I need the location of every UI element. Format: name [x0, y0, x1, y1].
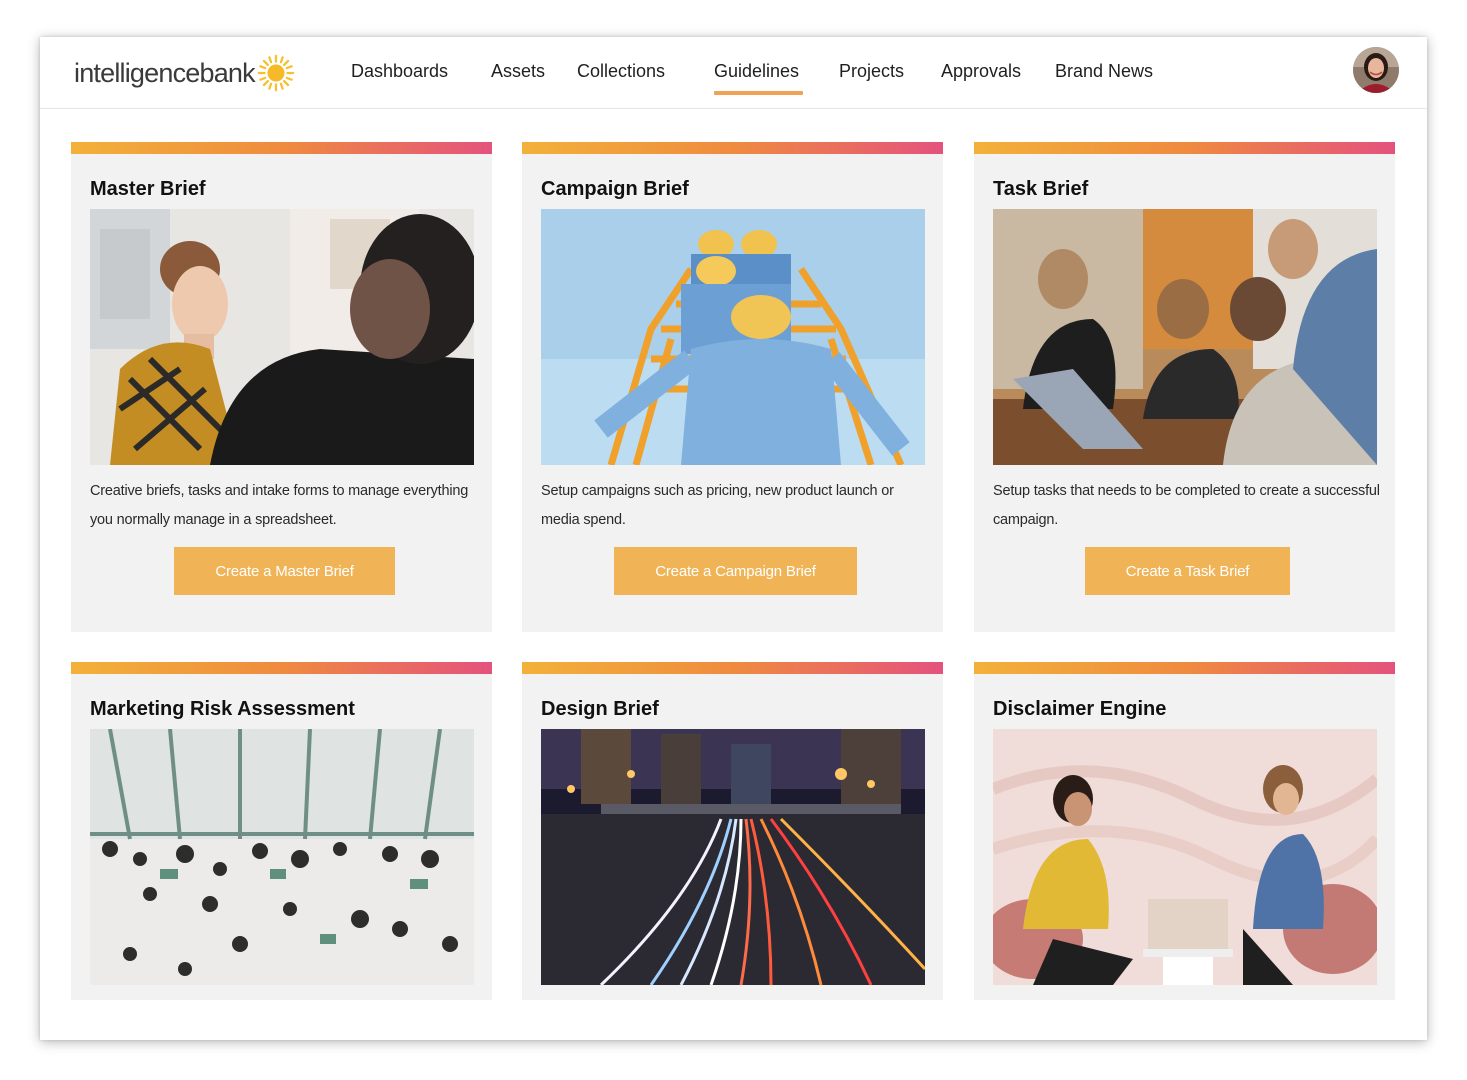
card-marketing-risk-assessment: Marketing Risk Assessment	[71, 662, 492, 1000]
card-description: Creative briefs, tasks and intake forms …	[90, 483, 469, 528]
sun-logo-icon	[257, 54, 295, 92]
card-accent-bar	[522, 662, 943, 674]
logo-wordmark: intelligencebank	[74, 57, 256, 88]
nav-dashboards[interactable]: Dashboards	[351, 59, 448, 89]
card-title: Marketing Risk Assessment	[90, 698, 355, 720]
create-campaign-brief-button[interactable]: Create a Campaign Brief	[614, 547, 857, 595]
card-title: Disclaimer Engine	[993, 698, 1167, 720]
intelligencebank-logo[interactable]: intelligencebank	[74, 53, 295, 93]
nav-collections[interactable]: Collections	[577, 59, 665, 89]
card-accent-bar	[71, 142, 492, 154]
card-description: Setup tasks that needs to be completed t…	[993, 483, 1380, 528]
card-image-aerial-lobby-crowd	[90, 729, 474, 985]
avatar-photo	[1353, 47, 1399, 93]
card-title: Design Brief	[541, 698, 659, 720]
card-title: Campaign Brief	[541, 178, 689, 200]
nav-guidelines[interactable]: Guidelines	[714, 59, 804, 95]
card-image-city-light-trails	[541, 729, 925, 985]
nav-approvals[interactable]: Approvals	[941, 59, 1021, 89]
card-accent-bar	[71, 662, 492, 674]
card-image-team-around-laptop	[993, 209, 1377, 465]
card-image-workers-climbing-ladder	[541, 209, 925, 465]
nav-projects[interactable]: Projects	[839, 59, 904, 89]
card-accent-bar	[974, 662, 1395, 674]
card-campaign-brief: Campaign Brief Setup campaigns such as p…	[522, 142, 943, 632]
card-image-colleagues-conversation	[90, 209, 474, 465]
top-navigation-bar: intelligencebank Dashboards Assets Colle…	[40, 37, 1427, 109]
nav-assets[interactable]: Assets	[491, 59, 545, 89]
card-title: Task Brief	[993, 178, 1089, 200]
card-disclaimer-engine: Disclaimer Engine	[974, 662, 1395, 1000]
card-image-two-women-chatting	[993, 729, 1377, 985]
card-accent-bar	[522, 142, 943, 154]
card-accent-bar	[974, 142, 1395, 154]
nav-brand-news[interactable]: Brand News	[1055, 59, 1153, 89]
card-task-brief: Task Brief Setup tasks that needs to be …	[974, 142, 1395, 632]
card-design-brief: Design Brief	[522, 662, 943, 1000]
app-window: intelligencebank Dashboards Assets Colle…	[40, 37, 1427, 1040]
create-task-brief-button[interactable]: Create a Task Brief	[1085, 547, 1290, 595]
card-master-brief: Master Brief Creative briefs, tasks and …	[71, 142, 492, 632]
create-master-brief-button[interactable]: Create a Master Brief	[174, 547, 395, 595]
user-avatar[interactable]	[1353, 47, 1399, 93]
card-description: Setup campaigns such as pricing, new pro…	[541, 483, 894, 528]
card-title: Master Brief	[90, 178, 206, 200]
